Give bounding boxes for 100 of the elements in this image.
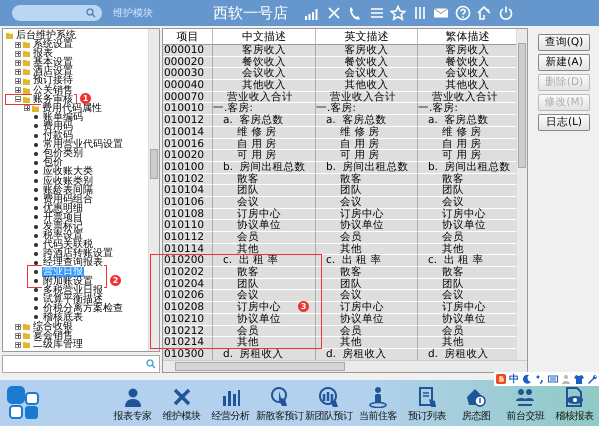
expander-icon[interactable] [15, 42, 21, 48]
tree-item[interactable]: 发票标记 [42, 222, 84, 232]
tree-item[interactable]: 多税营业日报 [42, 286, 104, 295]
expander-icon[interactable] [15, 332, 21, 339]
shirt-icon[interactable] [574, 374, 584, 384]
table-cell: 订房中心 [418, 302, 516, 314]
toolbar-button[interactable]: 维护模块 [157, 380, 206, 426]
tree-item[interactable]: 酒店设置 [32, 67, 74, 76]
tree-item[interactable]: 代码关联税 [42, 240, 94, 250]
tree-item[interactable]: 经理查询报表 [42, 258, 104, 268]
table-cell: 010214 [163, 337, 213, 349]
ime-logo-icon[interactable] [496, 374, 506, 384]
tree-item[interactable]: 系统设置 [32, 40, 74, 50]
tree-item[interactable]: 优惠明细 [42, 204, 84, 213]
menu-icon[interactable] [368, 5, 384, 21]
tree-item[interactable]: 基本设置 [32, 58, 74, 68]
table-cell: 协议单位 [213, 314, 316, 326]
tree-item[interactable]: 账龄表间隔 [42, 186, 94, 195]
table-cell: 010300 [163, 348, 213, 360]
app-logo[interactable] [6, 385, 40, 421]
tree-item[interactable]: 综合收银 [32, 322, 74, 332]
action-button[interactable]: 查询(Q) [538, 34, 590, 51]
star-icon[interactable] [390, 5, 406, 21]
table-cell: 维 修 房 [418, 126, 516, 138]
table-cell: 散客 [418, 267, 516, 279]
toolbar-button[interactable]: 新团队预订 [304, 380, 354, 426]
tree-item[interactable]: 价税分离方案检查 [42, 304, 124, 313]
tree-item[interactable]: 付款码 [42, 131, 74, 140]
toolbar-button[interactable]: 经营分析 [206, 380, 256, 426]
moon-icon[interactable] [522, 374, 532, 384]
tree-item[interactable]: 宴会销售 [32, 331, 74, 340]
bullet-icon [34, 260, 38, 265]
tree-item[interactable]: 应收账类别 [42, 176, 94, 186]
phone-icon[interactable] [347, 5, 363, 21]
expander-icon[interactable] [15, 78, 21, 84]
table-cell: 自 用 房 [316, 138, 418, 150]
tree-item[interactable]: 二级库管理 [32, 340, 84, 350]
horizontal-scrollbar[interactable] [163, 360, 527, 372]
toolbar-button[interactable]: 当前住客 [353, 380, 403, 426]
tree-item[interactable]: 开票项目 [42, 212, 84, 222]
bullet-icon [34, 270, 38, 274]
table-cell: 可 用 房 [316, 150, 418, 162]
scrollbar[interactable] [516, 29, 527, 360]
column-header[interactable]: 繁体描述 [418, 29, 516, 45]
tree-item[interactable]: 预订接待 [32, 76, 74, 86]
tree-item[interactable]: 试算平衡描述 [42, 294, 104, 304]
tree-item[interactable]: 后台维护系统 [15, 31, 77, 40]
expander-icon[interactable] [24, 105, 30, 112]
tree-item[interactable]: 应收账大类 [42, 167, 94, 176]
tree-item[interactable]: 常用营业代码设置 [42, 140, 124, 150]
tree-item[interactable]: 费用码组合 [42, 194, 94, 204]
home-icon[interactable] [476, 5, 492, 21]
keyboard-icon[interactable] [548, 374, 558, 384]
bullet-icon [34, 188, 38, 192]
table-cell: 其他 [316, 244, 418, 256]
tree-item[interactable]: 公关销售 [32, 86, 74, 95]
tree-item[interactable]: 账单编码 [42, 112, 84, 122]
punctuation-icon[interactable] [535, 374, 545, 384]
tree-item[interactable]: 税率设置 [42, 231, 84, 240]
help-icon[interactable] [454, 5, 470, 21]
power-icon[interactable] [498, 5, 514, 21]
table-cell: 会员 [418, 326, 516, 338]
action-button[interactable]: 日志(L) [538, 114, 590, 131]
expander-icon[interactable] [15, 96, 21, 102]
toolbar-button[interactable]: 新散客预订 [255, 380, 304, 426]
table-cell: 其他 [213, 337, 316, 349]
tree-item[interactable]: 账务审核 [32, 94, 74, 104]
bullet-icon [34, 160, 38, 165]
wrench-icon[interactable] [587, 374, 597, 384]
tree-item[interactable]: 报表 [32, 49, 54, 58]
table-cell: 000020 [163, 56, 213, 68]
expander-icon[interactable] [15, 324, 21, 330]
table-cell: 010108 [163, 208, 213, 220]
table-cell: 其他收入 [316, 80, 418, 92]
tree-item[interactable]: 费用码 [42, 122, 74, 132]
tree-item[interactable]: 包价类别 [42, 149, 84, 158]
tree-item[interactable]: 稽核底表 [42, 312, 84, 322]
expander-icon[interactable] [15, 342, 21, 348]
scrollbar[interactable] [148, 29, 159, 351]
expander-icon[interactable] [15, 87, 21, 94]
tree-search-field[interactable] [2, 355, 160, 373]
ime-mode-label[interactable]: 中 [509, 372, 519, 386]
bullet-icon [34, 197, 38, 202]
search-field[interactable] [12, 5, 102, 21]
table-cell: 散客 [316, 174, 418, 186]
toolbar-button[interactable]: 预订列表 [402, 380, 452, 426]
column-header[interactable]: 中文描述 [213, 29, 316, 45]
action-button[interactable]: 新建(A) [538, 54, 590, 71]
column-header[interactable]: 英文描述 [316, 29, 418, 45]
expander-icon[interactable] [15, 50, 21, 57]
bullet-icon [34, 288, 38, 292]
tree-item[interactable]: 包价 [42, 158, 64, 168]
column-header[interactable]: 项目 [163, 29, 213, 45]
toolbar-button[interactable]: 报表专家 [108, 380, 158, 426]
expander-icon[interactable] [15, 60, 21, 66]
tree-item[interactable]: 附加账设置 [42, 276, 94, 286]
tree-item[interactable]: 跨酒店转账设置 [42, 249, 114, 258]
expander-icon[interactable] [15, 68, 21, 75]
table-cell: 其他 [316, 337, 418, 349]
table-cell: 协议单位 [418, 220, 516, 232]
